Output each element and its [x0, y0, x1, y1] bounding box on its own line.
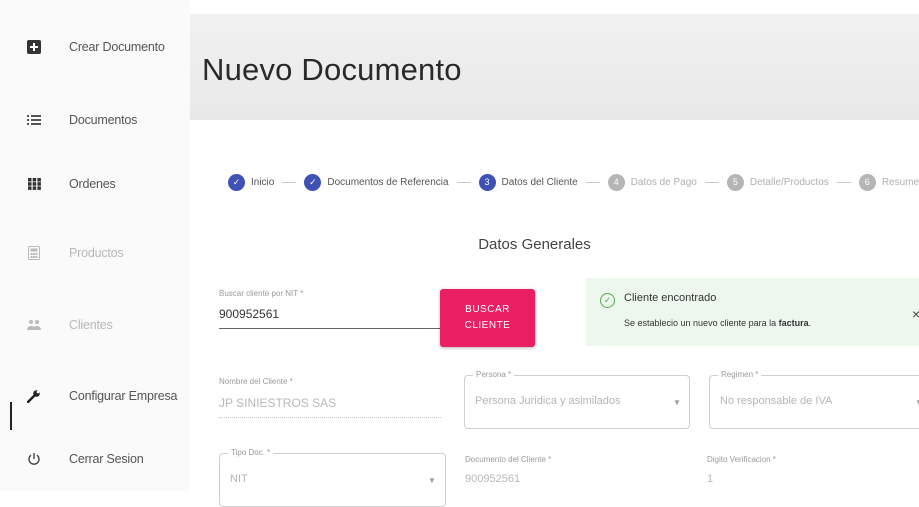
text-cursor — [10, 402, 12, 430]
check-circle-icon: ✓ — [600, 293, 615, 308]
dropdown-arrow-icon: ▼ — [673, 398, 681, 407]
step-inicio[interactable]: ✓ Inicio — [228, 173, 275, 191]
sidebar-item-label: Clientes — [69, 318, 113, 332]
sidebar-item-cerrar-sesion[interactable]: Cerrar Sesion — [0, 439, 190, 479]
sidebar-item-label: Crear Documento — [69, 40, 165, 54]
step-label: Resumen — [881, 176, 919, 188]
step-resumen[interactable]: 6 Resumen — [858, 173, 919, 191]
search-nit-input[interactable]: 900952561 — [219, 307, 279, 321]
tipo-doc-select[interactable]: Tipo Doc. * NIT ▼ — [219, 448, 446, 507]
sidebar-item-label: Cerrar Sesion — [69, 452, 144, 466]
alert-title: Cliente encontrado — [624, 292, 717, 304]
success-alert: ✓ Cliente encontrado Se establecio un nu… — [586, 278, 919, 346]
people-icon — [26, 317, 42, 333]
wrench-icon — [26, 388, 42, 404]
stepper: ✓ Inicio ✓ Documentos de Referencia 3 Da… — [228, 172, 919, 192]
alert-message: Se establecio un nuevo cliente para la f… — [624, 318, 811, 328]
persona-select[interactable]: Persona * Persona Juridica y asimilados … — [464, 370, 690, 429]
persona-value: Persona Juridica y asimilados — [475, 395, 621, 407]
step-connector — [704, 181, 719, 183]
step-datos-cliente[interactable]: 3 Datos del Cliente — [478, 173, 578, 191]
sidebar-item-ordenes[interactable]: Ordenes — [0, 164, 190, 204]
step-detalle-productos[interactable]: 5 Detalle/Productos — [726, 173, 829, 191]
step-number: 5 — [726, 173, 744, 191]
nombre-cliente-label: Nombre del Cliente * — [219, 377, 293, 386]
regimen-value: No responsable de IVA — [720, 395, 833, 407]
sidebar-item-label: Ordenes — [69, 177, 116, 191]
step-label: Documentos de Referencia — [327, 176, 449, 188]
sidebar-item-documentos[interactable]: Documentos — [0, 100, 190, 140]
check-icon: ✓ — [304, 173, 322, 191]
sidebar-item-configurar-empresa[interactable]: Configurar Empresa — [0, 376, 190, 416]
close-icon[interactable]: × — [912, 306, 919, 322]
digito-verificacion-value: 1 — [707, 473, 714, 485]
sidebar-item-label: Documentos — [69, 113, 138, 127]
step-number: 6 — [858, 173, 876, 191]
step-connector — [585, 181, 600, 183]
sidebar-item-label: Configurar Empresa — [69, 389, 178, 403]
add-box-icon — [26, 39, 42, 55]
alert-message-suffix: . — [808, 318, 812, 328]
page-header: Nuevo Documento — [190, 14, 919, 120]
step-connector — [836, 181, 851, 183]
step-number: 4 — [607, 173, 625, 191]
step-label: Detalle/Productos — [749, 176, 829, 188]
regimen-select[interactable]: Regimen * No responsable de IVA ▼ — [709, 370, 919, 429]
list-icon — [26, 112, 42, 128]
page-title: Nuevo Documento — [202, 52, 462, 87]
button-label-line2: CLIENTE — [464, 320, 511, 331]
digito-verificacion-label: Digito Verificacion * — [707, 455, 776, 464]
tipo-doc-value: NIT — [230, 473, 248, 485]
sidebar-item-crear-documento[interactable]: Crear Documento — [0, 27, 190, 67]
persona-label: Persona * — [473, 370, 515, 379]
step-connector — [456, 181, 471, 183]
section-title: Datos Generales — [478, 236, 591, 253]
step-number: 3 — [478, 173, 496, 191]
search-nit-label: Buscar cliente por NIT * — [219, 289, 304, 298]
alert-message-bold: factura — [778, 318, 809, 328]
documento-cliente-label: Documento del Cliente * — [465, 455, 552, 464]
sidebar-item-clientes[interactable]: Clientes — [0, 305, 190, 345]
buscar-cliente-button[interactable]: BUSCAR CLIENTE — [440, 289, 535, 347]
step-label: Datos de Pago — [630, 176, 697, 188]
step-connector — [282, 181, 297, 183]
check-icon: ✓ — [228, 173, 245, 191]
nombre-cliente-underline — [219, 417, 441, 418]
step-label: Inicio — [251, 176, 275, 188]
alert-message-text: Se establecio un nuevo cliente para la — [624, 318, 779, 328]
button-label-line1: BUSCAR — [465, 304, 510, 315]
search-nit-underline — [219, 328, 441, 329]
nombre-cliente-value: JP SINIESTROS SAS — [219, 396, 337, 410]
step-datos-pago[interactable]: 4 Datos de Pago — [607, 173, 697, 191]
step-documentos-referencia[interactable]: ✓ Documentos de Referencia — [304, 173, 449, 191]
tipo-doc-label: Tipo Doc. * — [228, 448, 274, 457]
dropdown-arrow-icon: ▼ — [428, 476, 436, 485]
regimen-label: Regimen * — [718, 370, 762, 379]
documento-cliente-value: 900952561 — [465, 473, 521, 485]
dropdown-arrow-icon: ▼ — [915, 398, 919, 407]
step-label: Datos del Cliente — [501, 176, 578, 188]
grid-icon — [26, 176, 42, 192]
power-icon — [26, 451, 42, 467]
